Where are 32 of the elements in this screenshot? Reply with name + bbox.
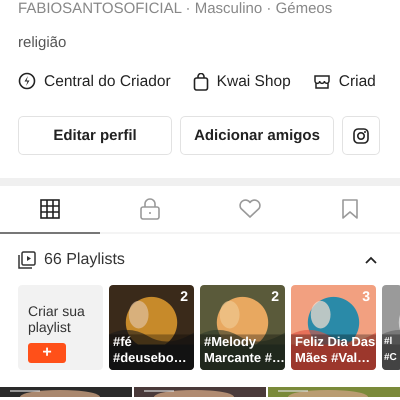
playlist-icon	[18, 251, 36, 269]
lightning-icon	[18, 72, 36, 92]
playlist-card[interactable]: 3 Feliz Dia Das Mães #Val…	[291, 285, 376, 370]
video-count: 2	[271, 288, 279, 304]
chevron-icon[interactable]	[364, 255, 378, 265]
playlist-card[interactable]: 2 #Melody Marcante #…	[200, 285, 285, 370]
shopping-bag-icon	[192, 73, 209, 91]
playlist-title: Feliz Dia Das Mães #Val…	[295, 334, 376, 366]
playlists-title: 66 Playlists	[44, 251, 126, 269]
heart-icon	[238, 199, 262, 219]
store-icon	[312, 74, 331, 90]
playlist-title: #l #C	[384, 335, 397, 365]
profile-link[interactable]: Criad	[312, 72, 376, 92]
lock-icon	[140, 198, 160, 220]
create-playlist-card[interactable]: Criar sua playlist +	[18, 285, 103, 370]
profile-button[interactable]: Editar perfil	[18, 116, 172, 155]
bio-text: religião	[18, 34, 68, 52]
playlist-title: #fé #deusebo…	[113, 334, 187, 366]
video-count: 2	[180, 288, 188, 304]
playlist-card[interactable]: #l #C	[382, 285, 400, 370]
playlist-card[interactable]: 2 #fé #deusebo…	[109, 285, 194, 370]
profile-info-line: FABIOSANTOSOFICIAL · Masculino · Gémeos	[18, 0, 334, 18]
instagram-icon	[353, 128, 369, 144]
profile-link[interactable]: Kwai Shop	[192, 72, 291, 92]
video-count: 3	[362, 288, 370, 304]
grid-icon	[40, 199, 60, 219]
instagram-button[interactable]	[342, 116, 380, 155]
bookmark-icon	[342, 199, 358, 219]
profile-link[interactable]: Central do Criador	[18, 72, 171, 92]
profile-button[interactable]: Adicionar amigos	[180, 116, 334, 155]
create-playlist-label: Criar sua playlist	[28, 303, 86, 335]
playlist-title: #Melody Marcante #…	[204, 334, 285, 366]
